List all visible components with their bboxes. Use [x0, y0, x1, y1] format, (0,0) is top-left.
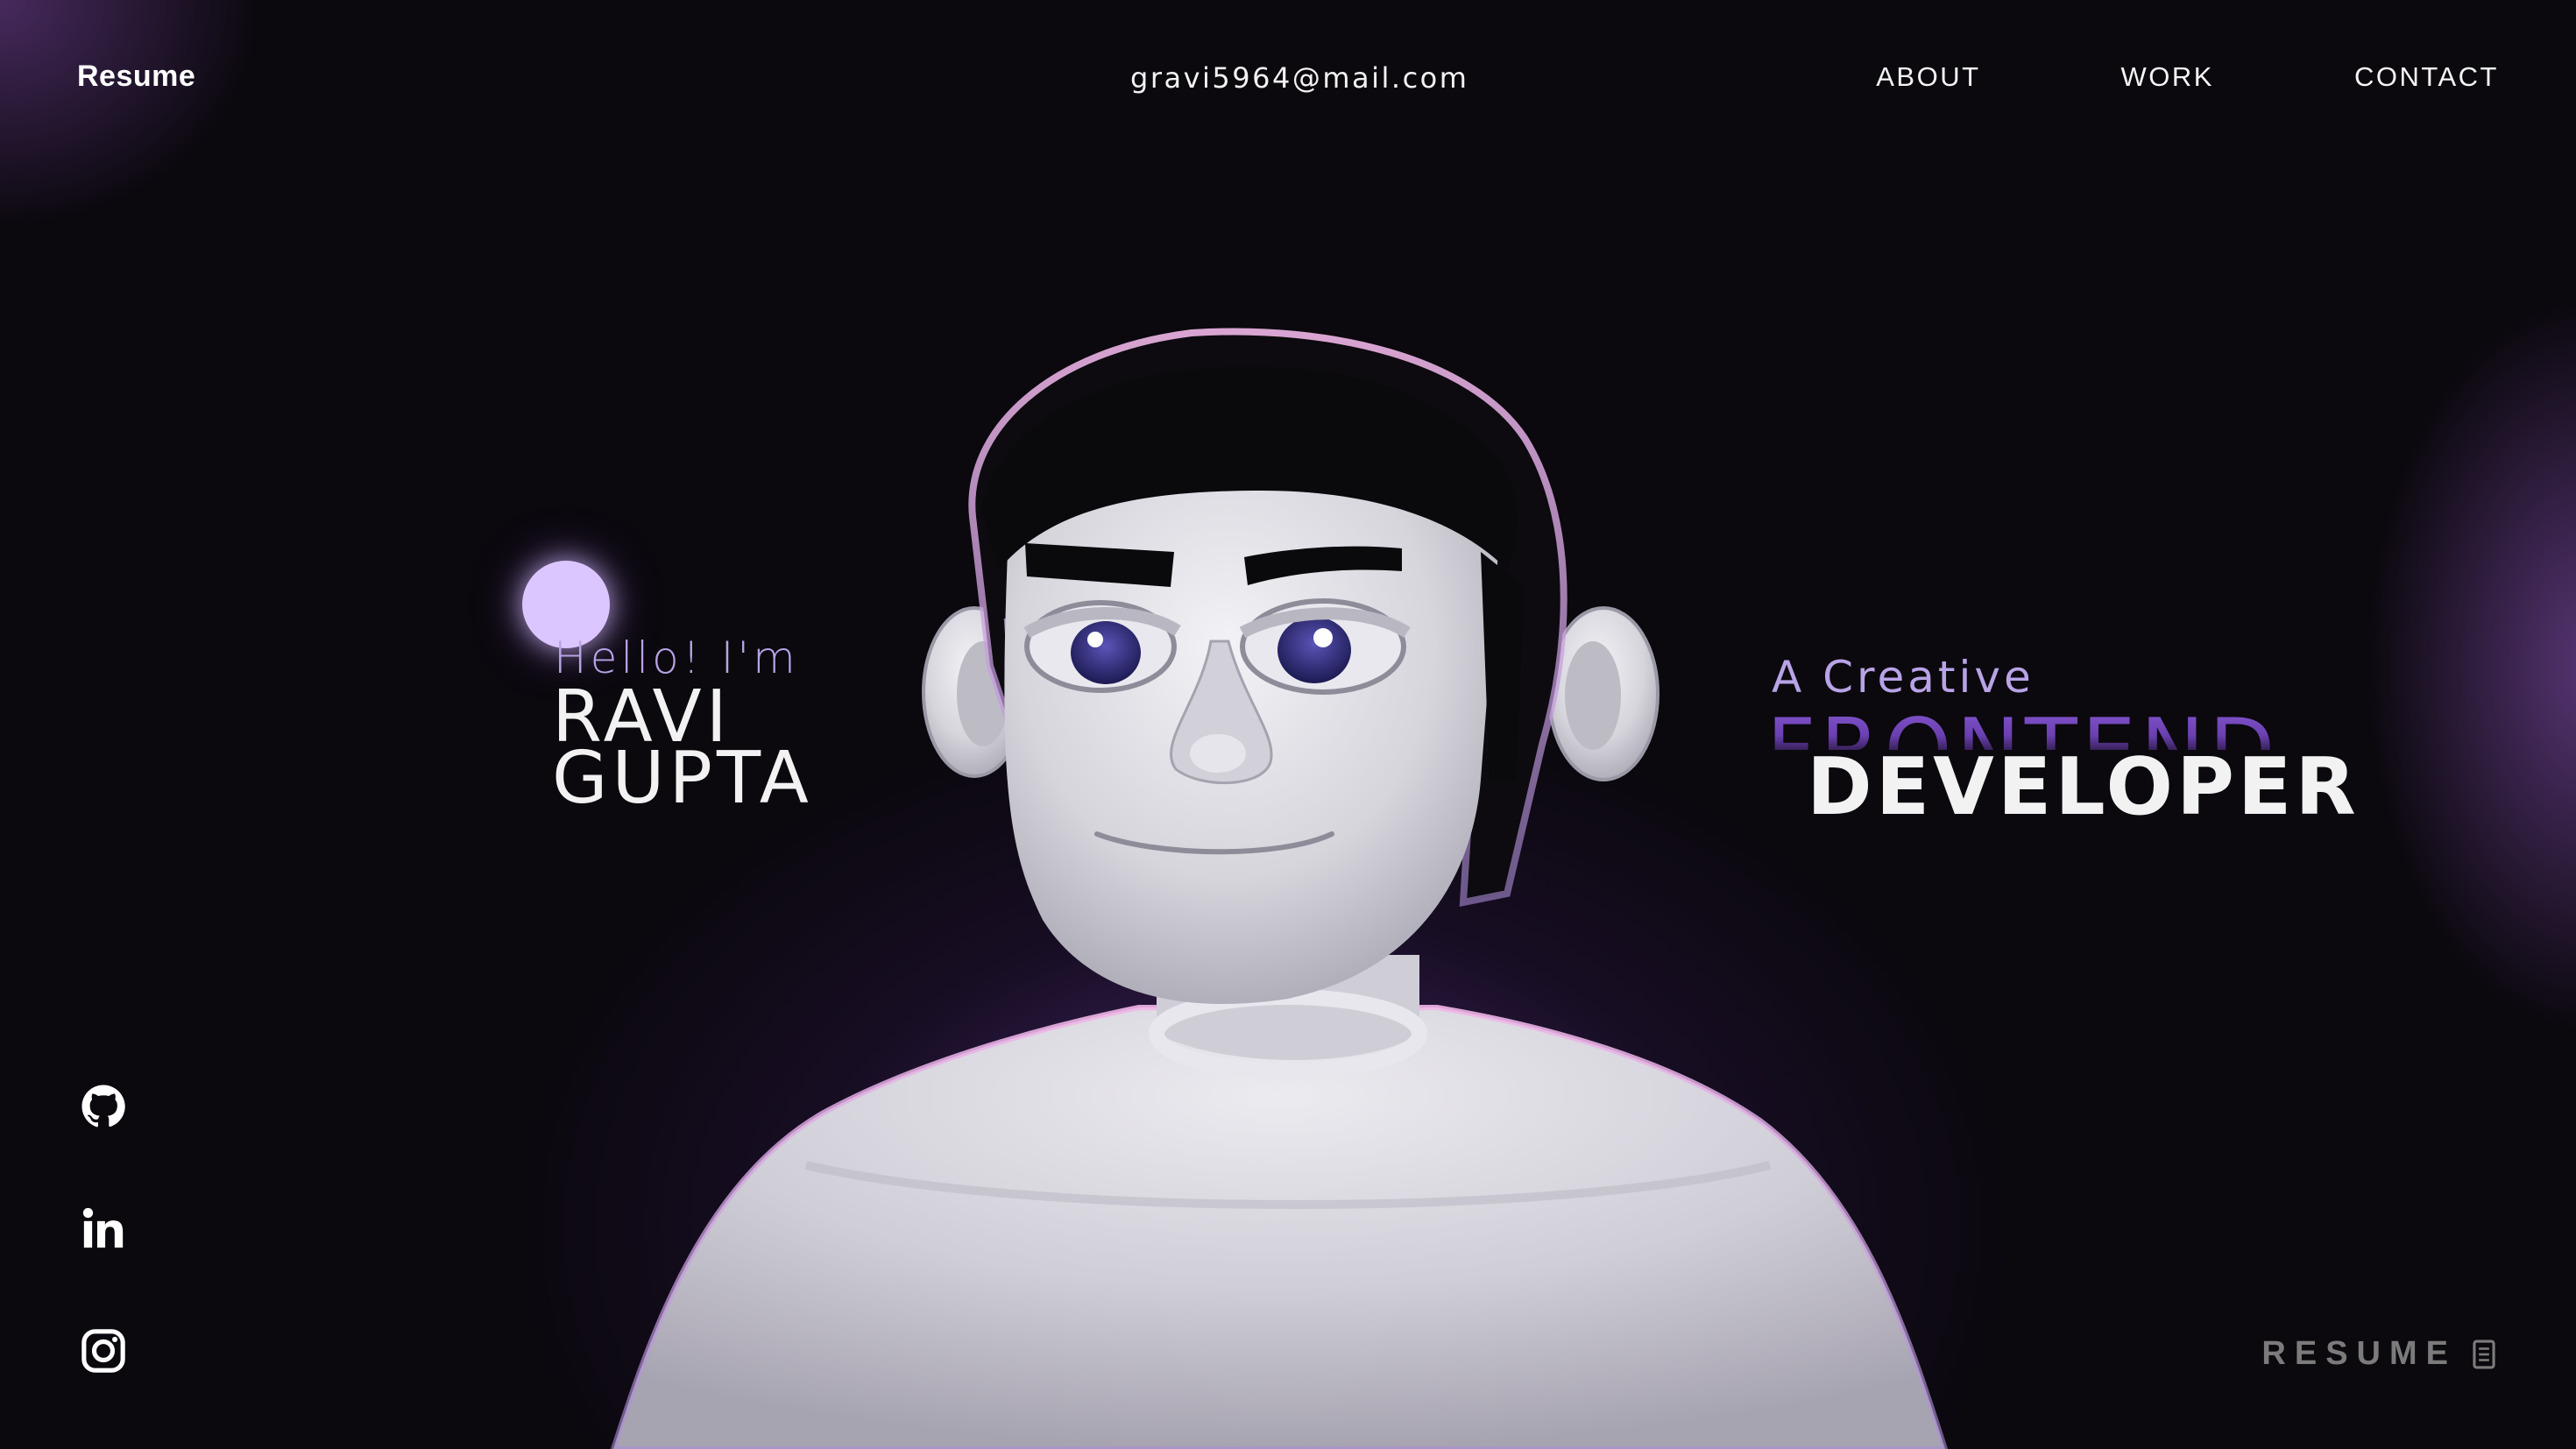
linkedin-link[interactable]: [77, 1202, 130, 1255]
role-title-front: DEVELOPER: [1807, 741, 2360, 833]
instagram-link[interactable]: [77, 1325, 130, 1377]
role-title: FRONTEND DEVELOPER: [1761, 701, 2374, 833]
resume-button[interactable]: RESUME: [2261, 1335, 2495, 1373]
document-icon: [2473, 1339, 2495, 1369]
role-prefix: A Creative: [1772, 652, 2035, 703]
logo[interactable]: Resume: [77, 60, 195, 94]
nav-work[interactable]: WORK: [2121, 61, 2214, 93]
landing-page: Resume gravi5964@mail.com ABOUT WORK CON…: [0, 0, 2576, 1449]
last-name: GUPTA: [552, 737, 813, 820]
hero-name: RAVI GUPTA: [552, 682, 813, 820]
email-link[interactable]: gravi5964@mail.com: [1130, 61, 1468, 95]
github-link[interactable]: [77, 1080, 130, 1133]
instagram-icon: [81, 1329, 125, 1373]
main-nav: ABOUT WORK CONTACT: [1876, 61, 2499, 93]
avatar-illustration: [610, 328, 1949, 1449]
linkedin-icon: [82, 1207, 124, 1248]
resume-label: RESUME: [2261, 1335, 2457, 1372]
nav-contact[interactable]: CONTACT: [2354, 61, 2499, 93]
avatar-3d[interactable]: [596, 289, 1980, 1449]
github-icon: [81, 1085, 125, 1127]
nav-about[interactable]: ABOUT: [1876, 61, 1980, 93]
